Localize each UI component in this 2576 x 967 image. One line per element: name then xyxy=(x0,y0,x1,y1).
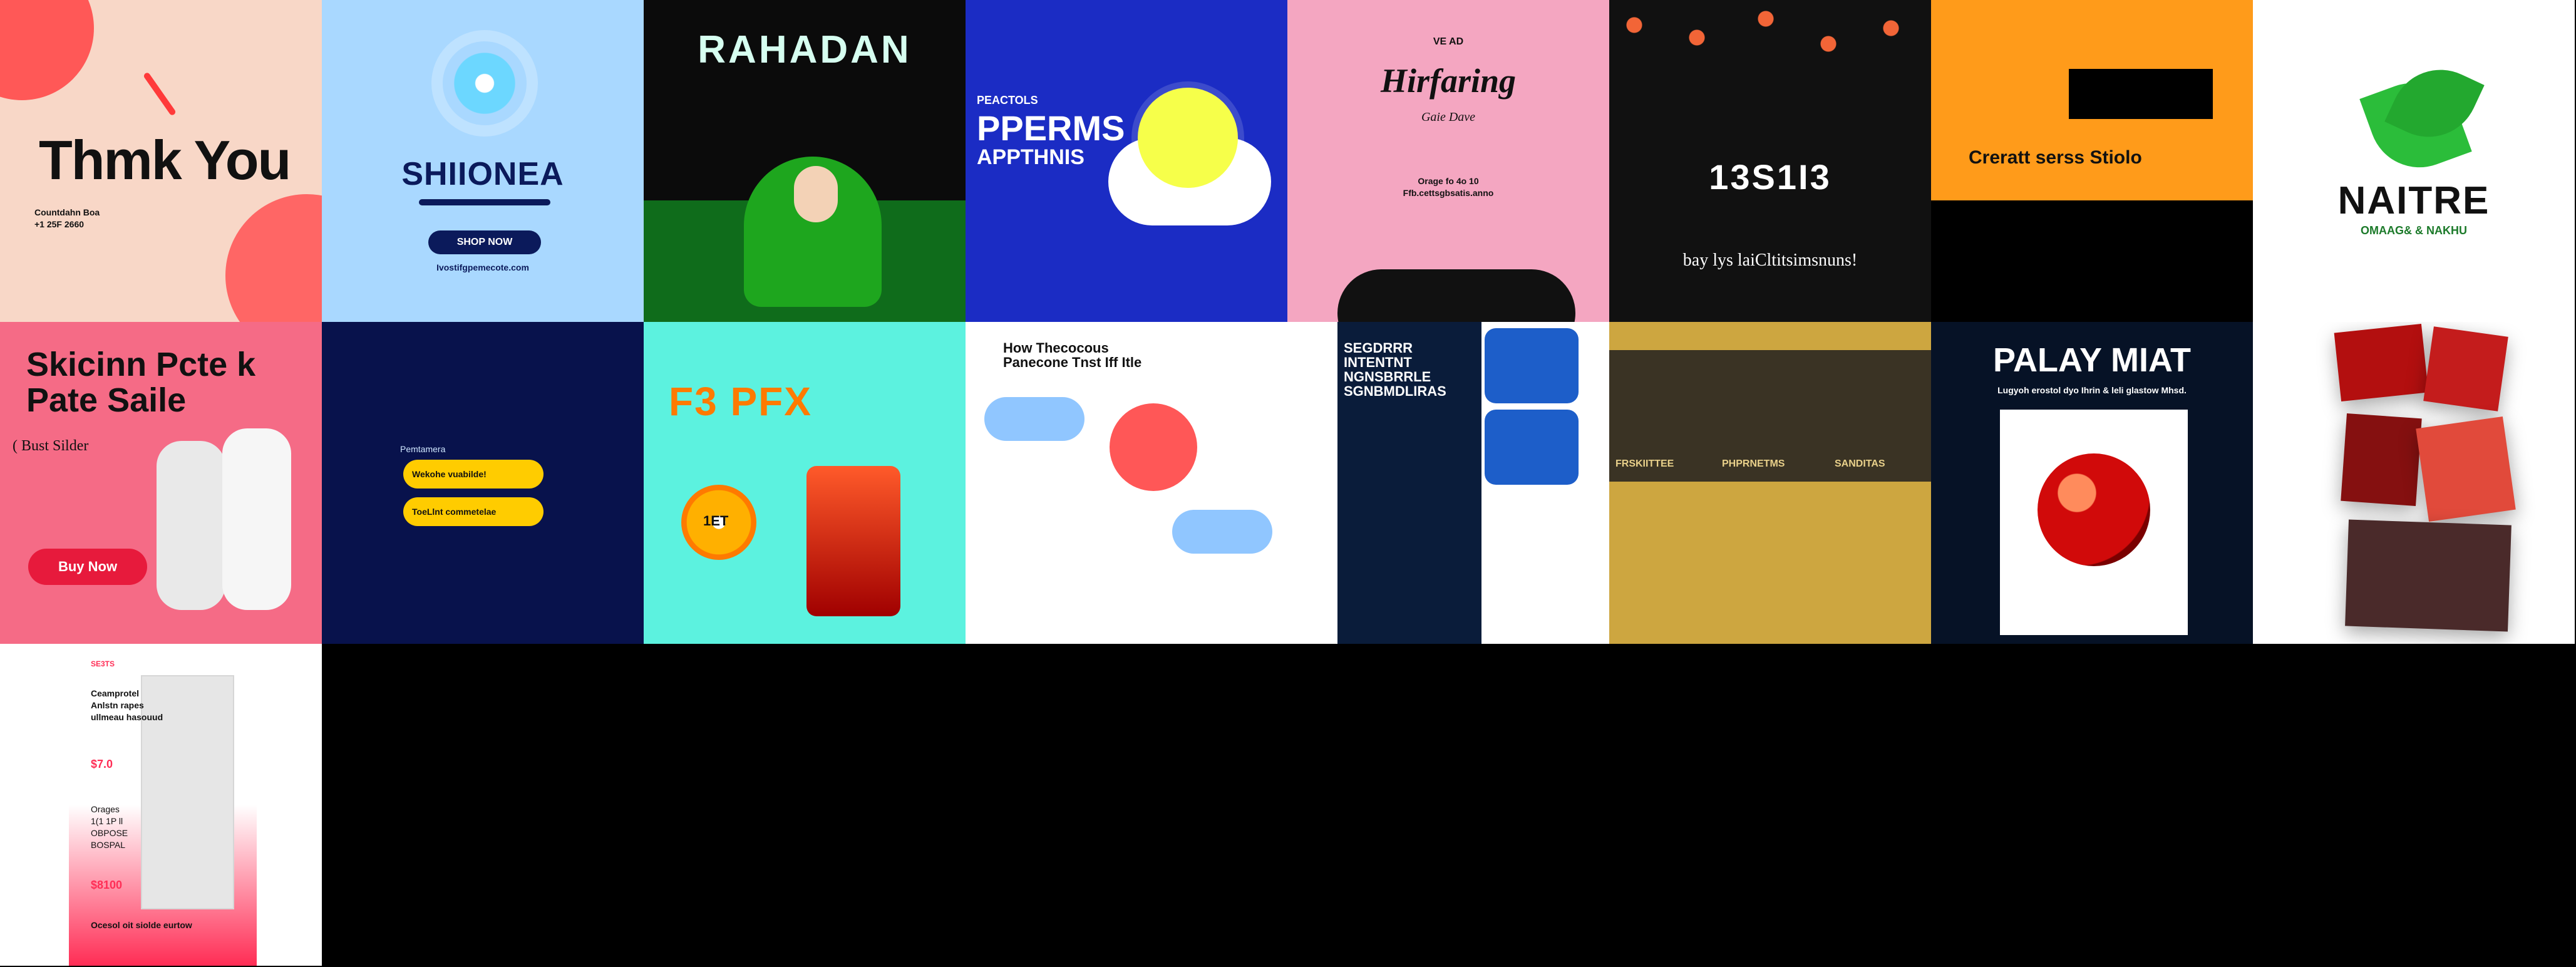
bottle-1 xyxy=(157,441,225,610)
line: bay lys laiCltitsimsnuns! xyxy=(1682,251,1858,270)
thumbnail-business[interactable]: SEGDRRR INTENTNT NGNSBRRLE SGNBMDLIRAS xyxy=(1287,322,1609,644)
lights-overlay xyxy=(1609,0,1931,119)
title: Skicinn Pcte k Pate Saile xyxy=(26,346,256,419)
face-oval xyxy=(794,166,838,222)
thumbnail-thank-you[interactable]: Thmk You Countdahn Boa +1 25F 2660 xyxy=(0,0,322,322)
subtitle: Gaie Dave xyxy=(1421,110,1476,124)
snowflake-icon xyxy=(431,30,538,137)
decor-shapes xyxy=(225,194,322,322)
message-bubble-1: Wekohe vuabilde! xyxy=(403,460,544,489)
thumbnail-shionea[interactable]: SHIIONEA SHOP NOW Ivostifgpemecote.com xyxy=(322,0,644,322)
illustration xyxy=(1110,403,1197,491)
portrait-2 xyxy=(1485,410,1579,485)
tag: SE3TS xyxy=(91,659,115,668)
footer: Ocesol oit siolde eurtow xyxy=(91,920,192,930)
subtitle: Lugyoh erostol dyo Ihrin & leli glastow … xyxy=(1997,385,2187,395)
black-shape xyxy=(1931,200,2253,322)
photo-1 xyxy=(2334,323,2429,402)
bottle-2 xyxy=(222,428,291,610)
photo-2 xyxy=(2423,326,2508,411)
thumbnail-ramadan[interactable]: RAHADAN xyxy=(644,0,966,322)
headline: Ceamprotel Anlstn rapes ullmeau hasouud xyxy=(91,688,163,722)
subtitle: OMAAG& & NAKHU xyxy=(2361,224,2467,237)
portrait-1 xyxy=(1485,328,1579,403)
thumbnail-skincare[interactable]: Skicinn Pcte k Pate Saile ( Bust Silder … xyxy=(0,322,322,644)
photo-5 xyxy=(2345,519,2512,632)
right-panel xyxy=(257,644,322,966)
title: Thmk You xyxy=(39,129,291,191)
cloud xyxy=(984,397,1084,441)
thumbnail-chat[interactable]: Pemtamera Wekohe vuabilde! ToeLlnt comme… xyxy=(322,322,644,644)
title: SEGDRRR INTENTNT NGNSBRRLE SGNBMDLIRAS xyxy=(1344,340,1446,400)
thumbnail-fruit[interactable]: F3 PFX 1ET xyxy=(644,322,966,644)
chat-header: Pemtamera xyxy=(400,444,446,454)
thumbnail-fashion[interactable]: SE3TS Ceamprotel Anlstn rapes ullmeau ha… xyxy=(0,644,322,966)
drink-glass xyxy=(806,466,900,616)
buy-now-button[interactable]: Buy Now xyxy=(28,549,147,585)
red-sphere xyxy=(2038,453,2150,566)
price-1: $7.0 xyxy=(91,758,113,770)
title: How Thecocous Panecone Tnst Iff Itle xyxy=(1003,340,1142,371)
title: NAITRE xyxy=(2337,179,2490,222)
title: F3 PFX xyxy=(669,379,812,424)
underline xyxy=(419,199,550,205)
top-text: VE AD xyxy=(1433,36,1464,47)
thumbnail-infographic[interactable]: How Thecocous Panecone Tnst Iff Itle xyxy=(966,322,1287,644)
title: PALAY MIAT xyxy=(1992,341,2192,379)
thumbnail-pperms[interactable]: PEACTOLS PPERMS APPTHNIS xyxy=(966,0,1287,322)
black-block xyxy=(2069,69,2213,119)
thumbnail-gold-brochure[interactable]: FRSKIITTEE PHPRNETMS SANDITAS xyxy=(1609,322,1931,644)
photo-4 xyxy=(2416,416,2516,522)
subtitle: APPTHNIS xyxy=(977,145,1084,169)
price-2: $8100 xyxy=(91,879,123,891)
unicorn-icon xyxy=(1138,88,1238,188)
thumbnail-nature[interactable]: NAITRE OMAAG& & NAKHU xyxy=(2253,0,2575,322)
label-2: PHPRNETMS xyxy=(1722,458,1785,469)
decor-shapes xyxy=(0,0,94,100)
kicker: PEACTOLS xyxy=(977,94,1038,106)
title: Creratt serss Stiolo xyxy=(1969,147,2142,168)
thumbnail-hirearing[interactable]: VE AD Hirfaring Gaie Dave Orage fo 4o 10… xyxy=(1287,0,1609,322)
subtitle: ( Bust Silder xyxy=(13,438,89,454)
title: SHIIONEA xyxy=(401,156,564,192)
template-gallery-grid: Thmk You Countdahn Boa +1 25F 2660 SHIIO… xyxy=(0,0,2576,967)
thumbnail-palay[interactable]: PALAY MIAT Lugyoh erostol dyo Ihrin & le… xyxy=(1931,322,2253,644)
photo-3 xyxy=(2341,413,2422,507)
thumbnail-lights[interactable]: 13S1I3 bay lys laiCltitsimsnuns! xyxy=(1609,0,1931,322)
cloud xyxy=(1172,510,1272,554)
title: Hirfaring xyxy=(1380,62,1517,100)
title: PPERMS xyxy=(977,108,1125,148)
number: 13S1I3 xyxy=(1709,157,1832,197)
price: 1ET xyxy=(703,513,729,529)
thumbnail-photos[interactable] xyxy=(2253,322,2575,644)
thumbnail-studio[interactable]: Creratt serss Stiolo xyxy=(1931,0,2253,322)
shop-now-button[interactable]: SHOP NOW xyxy=(428,230,541,254)
contact: Orage fo 4o 10 Ffb.cettsgbsatis.anno xyxy=(1403,176,1494,198)
note: Orages 1(1 1P ll OBPOSE BOSPAL xyxy=(91,804,128,850)
website-text: Ivostifgpemecote.com xyxy=(436,262,529,272)
blob xyxy=(1337,269,1575,322)
brush-stroke xyxy=(142,71,177,116)
message-bubble-2: ToeLlnt commetelae xyxy=(403,497,544,526)
title: RAHADAN xyxy=(698,28,912,71)
subtitle: Countdahn Boa +1 25F 2660 xyxy=(34,207,100,229)
label-3: SANDITAS xyxy=(1835,458,1885,469)
label-1: FRSKIITTEE xyxy=(1615,458,1674,469)
